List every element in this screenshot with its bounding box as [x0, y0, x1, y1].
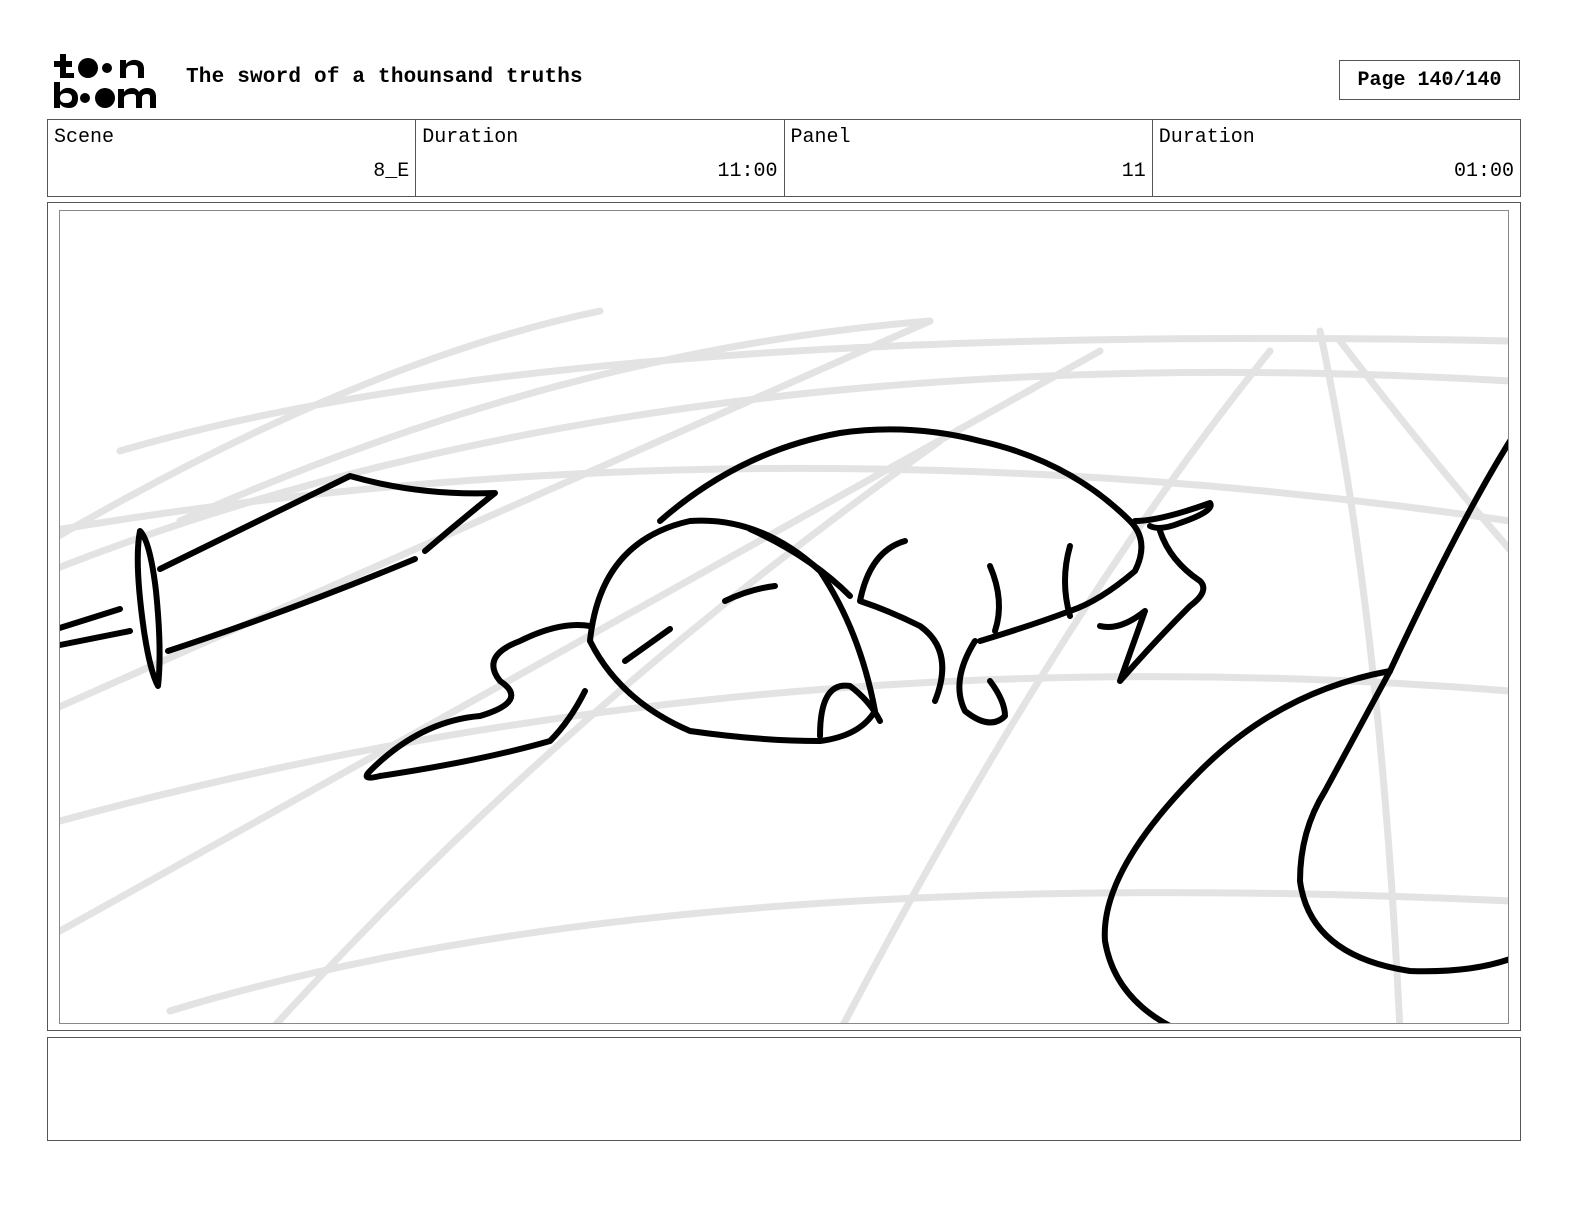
panel-value: 11	[1121, 160, 1146, 183]
panel-cell: Panel 11	[783, 120, 1152, 196]
sword-grip	[60, 628, 133, 649]
sword-grip	[60, 606, 123, 632]
scene-label: Scene	[54, 126, 115, 149]
panel-info-row: Scene 8_E Duration 11:00 Panel 11 Durati…	[47, 119, 1521, 197]
scene-value: 8_E	[373, 160, 410, 183]
panel-duration-label: Duration	[1158, 126, 1255, 149]
guide-line	[272, 437, 944, 1023]
sword-blade-top	[157, 473, 498, 572]
scene-cell: Scene 8_E	[48, 120, 415, 196]
sword-blade-bottom	[165, 556, 418, 654]
arm-line	[987, 563, 1002, 634]
scene-duration-label: Duration	[422, 126, 519, 149]
arm-shoulder	[857, 538, 946, 704]
cloak-edge	[1101, 668, 1393, 1023]
guide-line	[60, 673, 1508, 825]
page-indicator: Page 140/140	[1339, 60, 1520, 100]
panel-image-frame	[59, 210, 1509, 1024]
panel-label: Panel	[790, 126, 851, 149]
character-sketch	[60, 426, 1508, 1023]
panel-sketch	[60, 307, 1508, 1023]
panel-duration-cell: Duration 01:00	[1151, 120, 1520, 196]
panel-duration-value: 01:00	[1453, 160, 1514, 183]
perspective-guide-lines	[60, 307, 1508, 1023]
body-fold	[1062, 543, 1073, 619]
page-indicator-label: Page 140/140	[1357, 68, 1502, 92]
storyboard-panel	[47, 202, 1521, 1031]
scene-duration-value: 11:00	[717, 160, 778, 183]
toonboom-logo	[52, 52, 164, 112]
tail-fin	[1097, 528, 1207, 684]
storyboard-title: The sword of a thounsand truths	[186, 66, 583, 89]
scene-duration-cell: Duration 11:00	[415, 120, 783, 196]
guide-line	[840, 347, 1274, 1023]
toonboom-logo-art	[54, 54, 156, 108]
panel-notes	[47, 1037, 1521, 1141]
cloak-fold	[1297, 668, 1508, 975]
